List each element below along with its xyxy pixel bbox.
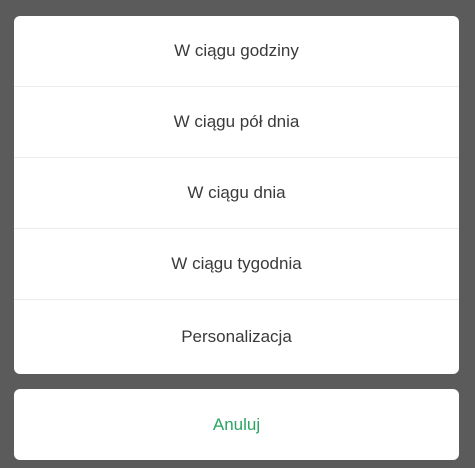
cancel-button[interactable]: Anuluj <box>14 389 459 460</box>
option-within-hour[interactable]: W ciągu godziny <box>14 16 459 87</box>
option-within-day[interactable]: W ciągu dnia <box>14 158 459 229</box>
action-sheet: W ciągu godziny W ciągu pół dnia W ciągu… <box>14 16 459 374</box>
option-within-week[interactable]: W ciągu tygodnia <box>14 229 459 300</box>
option-customize[interactable]: Personalizacja <box>14 300 459 374</box>
option-within-half-day[interactable]: W ciągu pół dnia <box>14 87 459 158</box>
